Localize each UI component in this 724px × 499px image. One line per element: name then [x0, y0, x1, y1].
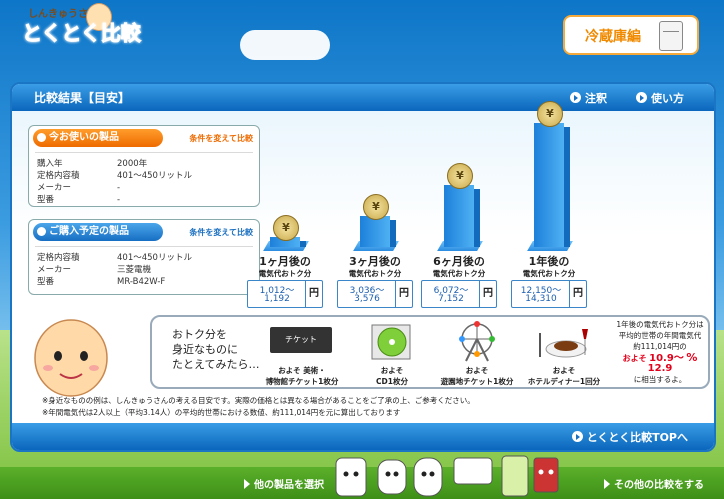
arrow-circle-icon [636, 92, 647, 103]
panel-body: 今お使いの製品 条件を変えて比較 購入年 2000年 定格内容積 401〜450リッ… [12, 101, 714, 423]
disclaimer-note: ※身近なものの例は、しんきゅうさんの考える目安です。実際の価格とは異なる場合があ… [42, 396, 475, 405]
yen-unit: 円 [305, 281, 322, 307]
ticket-icon: チケット [270, 327, 332, 353]
comparison-intro: おトク分を 身近なものに たとえてみたら… [172, 328, 260, 371]
site-logo[interactable]: しんきゅうさん とくとく比較 [18, 3, 178, 53]
logo-text: とくとく比較 [22, 21, 142, 46]
panel-footer: とくとく比較TOPへ [12, 423, 714, 450]
top-page-link[interactable]: とくとく比較TOPへ [571, 429, 688, 445]
savings-bar-side [390, 220, 396, 247]
savings-range-box: 1,012〜 1,192 円 [247, 280, 323, 308]
savings-range-box: 3,036〜 3,576 円 [337, 280, 413, 308]
savings-chart: ¥1ヶ月後の 電気代おトク分 1,012〜 1,192 円 ¥3ヶ月後の 電気代おトク分 3,… [12, 101, 712, 311]
savings-range-high: 7,152 [438, 294, 464, 304]
amusement-park-caption: およそ 遊園地チケット1枚分 [440, 366, 514, 386]
savings-subtitle: 電気代おトク分 [522, 269, 576, 278]
baby-mascot-icon [30, 316, 112, 406]
period-label: 6ヶ月後の [433, 255, 485, 268]
yen-unit: 円 [395, 281, 412, 307]
yen-unit: 円 [479, 281, 496, 307]
period-label: 1年後の [528, 255, 570, 268]
yen-unit: 円 [569, 281, 586, 307]
other-comparison-link[interactable]: その他の比較をする [604, 476, 704, 491]
yen-coin-icon: ¥ [537, 101, 563, 127]
comparison-bubble: おトク分を 身近なものに たとえてみたら… チケット およそ 美術・ 博物館チケッ… [150, 315, 710, 389]
refrigerator-icon [659, 21, 683, 51]
savings-subtitle: 電気代おトク分 [432, 269, 486, 278]
cd-caption: およそ CD1枚分 [376, 366, 408, 386]
yen-coin-icon: ¥ [447, 163, 473, 189]
howto-link[interactable]: 使い方 [636, 90, 684, 106]
annual-share-text: 1年後の電気代おトク分は 平均的世帯の年間電気代 約111,014円の およそ … [616, 320, 704, 384]
panel-title: 比較結果【目安】 [34, 91, 131, 105]
savings-range-high: 1,192 [264, 294, 290, 304]
result-panel: 比較結果【目安】 注釈 使い方 今お使いの製品 条件を変えて比較 購入年 2000… [10, 82, 716, 452]
note-link[interactable]: 注釈 [570, 90, 607, 106]
dinner-caption: およそ ホテルディナー1回分 [527, 366, 601, 386]
ticket-caption: およそ 美術・ 博物館チケット1枚分 [265, 366, 339, 386]
disclaimer-note: ※年間電気代は2人以上（平均3.14人）の平均的世帯における数値、約111,01… [42, 408, 401, 417]
ferris-wheel-icon [459, 321, 495, 362]
savings-subtitle: 電気代おトク分 [348, 269, 402, 278]
savings-bar [360, 216, 390, 247]
yen-coin-icon: ¥ [273, 215, 299, 241]
category-label: 冷蔵庫編 [585, 29, 641, 45]
appliance-characters [335, 455, 559, 497]
savings-bar-side [474, 189, 480, 247]
select-other-product-link[interactable]: 他の製品を選択 [244, 476, 324, 491]
savings-range-box: 12,150〜 14,310 円 [511, 280, 587, 308]
category-button[interactable]: 冷蔵庫編 [563, 15, 699, 55]
cloud [240, 30, 330, 60]
cd-icon [371, 324, 411, 360]
savings-range-high: 3,576 [354, 294, 380, 304]
arrow-circle-icon [571, 431, 583, 442]
panel-header: 比較結果【目安】 注釈 使い方 [12, 84, 714, 111]
yen-coin-icon: ¥ [363, 194, 389, 220]
savings-bar [534, 123, 564, 247]
savings-range-high: 14,310 [525, 294, 557, 304]
arrow-circle-icon [570, 92, 581, 103]
period-label: 3ヶ月後の [349, 255, 401, 268]
savings-subtitle: 電気代おトク分 [258, 269, 312, 278]
savings-range-box: 6,072〜 7,152 円 [421, 280, 497, 308]
period-label: 1ヶ月後の [259, 255, 311, 268]
dinner-icon [539, 329, 588, 358]
savings-bar-side [300, 241, 306, 247]
savings-bar-side [564, 127, 570, 247]
savings-bar [444, 185, 474, 247]
